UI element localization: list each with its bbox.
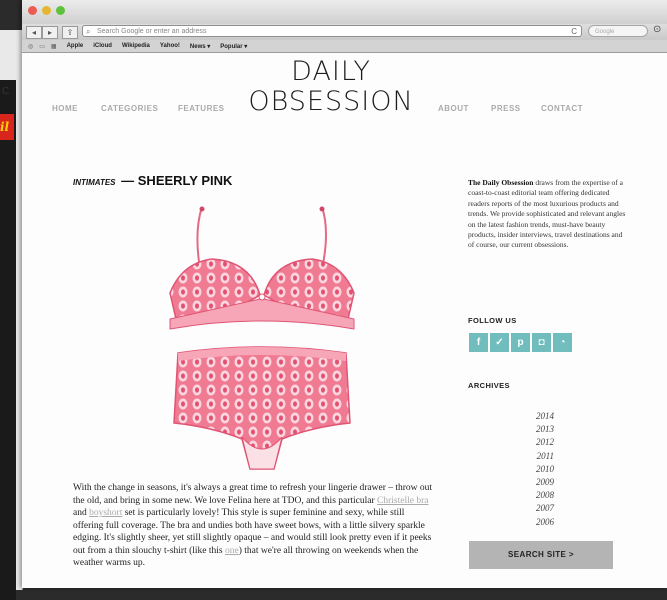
- post-category[interactable]: INTIMATES: [73, 178, 116, 187]
- link-boyshort[interactable]: boyshort: [89, 508, 122, 518]
- post-body: With the change in seasons, it's always …: [73, 482, 433, 570]
- nav-home[interactable]: HOME: [52, 104, 78, 113]
- bookmark-icloud[interactable]: iCloud: [93, 43, 112, 49]
- reload-button[interactable]: C: [571, 26, 577, 38]
- archive-year[interactable]: 2011: [530, 450, 554, 463]
- back-button[interactable]: ◂: [26, 25, 42, 39]
- bookmarks-bar: ◎ ▭ ▦ Apple iCloud Wikipedia Yahoo! News…: [22, 40, 667, 53]
- zoom-window-button[interactable]: [56, 6, 65, 15]
- browser-window: ◂ ▸ ⇪ ⌕ Search Google or enter an addres…: [22, 0, 667, 588]
- post-title: INTIMATES — SHEERLY PINK: [73, 173, 232, 188]
- google-search-field[interactable]: Google: [588, 25, 648, 37]
- archive-year[interactable]: 2014: [530, 410, 554, 423]
- address-bar[interactable]: ⌕ Search Google or enter an address C: [82, 25, 582, 37]
- bookmark-wikipedia[interactable]: Wikipedia: [122, 43, 150, 49]
- archive-year[interactable]: 2006: [530, 516, 554, 529]
- background-window[interactable]: C il: [0, 30, 23, 600]
- minimize-window-button[interactable]: [42, 6, 51, 15]
- title-bar: [22, 0, 667, 25]
- browser-toolbar: ◂ ▸ ⇪ ⌕ Search Google or enter an addres…: [22, 24, 667, 40]
- reading-list-icon[interactable]: ◎: [28, 43, 33, 50]
- follow-us-heading: FOLLOW US: [468, 316, 517, 325]
- archive-year[interactable]: 2012: [530, 436, 554, 449]
- about-text: draws from the expertise of a coast-to-c…: [468, 178, 626, 250]
- archives-heading: ARCHIVES: [468, 381, 510, 390]
- lingerie-product-image: [169, 206, 355, 470]
- downloads-icon[interactable]: ⊙: [653, 24, 661, 35]
- about-brand: The Daily Obsession: [468, 178, 534, 187]
- bookmarks-icon[interactable]: ▭: [39, 43, 45, 50]
- archive-year[interactable]: 2007: [530, 502, 554, 515]
- share-button[interactable]: ⇪: [62, 25, 78, 39]
- bookmark-yahoo[interactable]: Yahoo!: [160, 43, 180, 49]
- archive-year[interactable]: 2009: [530, 476, 554, 489]
- background-window-mark: C: [2, 86, 10, 97]
- window-controls: [28, 6, 65, 15]
- nav-press[interactable]: PRESS: [491, 104, 521, 113]
- link-tshirt[interactable]: one: [225, 546, 239, 556]
- bookmark-news[interactable]: News ▾: [190, 43, 210, 50]
- about-blurb: The Daily Obsession draws from the exper…: [468, 178, 628, 251]
- archive-year[interactable]: 2013: [530, 423, 554, 436]
- bookmark-popular[interactable]: Popular ▾: [220, 43, 247, 50]
- nav-features[interactable]: FEATURES: [178, 104, 225, 113]
- nav-buttons: ◂ ▸: [26, 25, 58, 39]
- archives-list: 2014 2013 2012 2011 2010 2009 2008 2007 …: [530, 410, 554, 529]
- archive-year[interactable]: 2008: [530, 489, 554, 502]
- forward-button[interactable]: ▸: [42, 25, 58, 39]
- site-logo[interactable]: DAILY OBSESSION: [236, 57, 426, 117]
- background-window-red-tag: il: [0, 114, 14, 140]
- top-sites-icon[interactable]: ▦: [51, 43, 57, 50]
- post-text-2: and: [73, 508, 90, 518]
- close-window-button[interactable]: [28, 6, 37, 15]
- link-christelle-bra[interactable]: Christelle bra: [377, 496, 428, 506]
- nav-categories[interactable]: CATEGORIES: [101, 104, 158, 113]
- post-title-text[interactable]: SHEERLY PINK: [138, 173, 233, 188]
- social-links: f ✓ p ◘ ◔: [469, 333, 572, 352]
- facebook-icon[interactable]: f: [469, 333, 488, 352]
- address-placeholder: Search Google or enter an address: [97, 28, 207, 35]
- web-page: HOME CATEGORIES FEATURES ABOUT PRESS CON…: [22, 53, 667, 588]
- bookmark-apple[interactable]: Apple: [67, 43, 84, 49]
- logo-line-1: DAILY: [291, 56, 371, 87]
- rss-icon[interactable]: ◔: [553, 333, 572, 352]
- nav-about[interactable]: ABOUT: [438, 104, 469, 113]
- title-separator: —: [121, 173, 135, 188]
- archive-year[interactable]: 2010: [530, 463, 554, 476]
- nav-contact[interactable]: CONTACT: [541, 104, 583, 113]
- pinterest-icon[interactable]: p: [511, 333, 530, 352]
- search-site-button[interactable]: SEARCH SITE >: [469, 541, 613, 569]
- background-window-content: [0, 80, 16, 600]
- sidebar: The Daily Obsession draws from the exper…: [468, 178, 628, 251]
- search-icon: ⌕: [86, 27, 91, 36]
- instagram-icon[interactable]: ◘: [532, 333, 551, 352]
- logo-line-2: OBSESSION: [248, 86, 414, 117]
- bookmark-icons: ◎ ▭ ▦: [28, 43, 57, 50]
- twitter-icon[interactable]: ✓: [490, 333, 509, 352]
